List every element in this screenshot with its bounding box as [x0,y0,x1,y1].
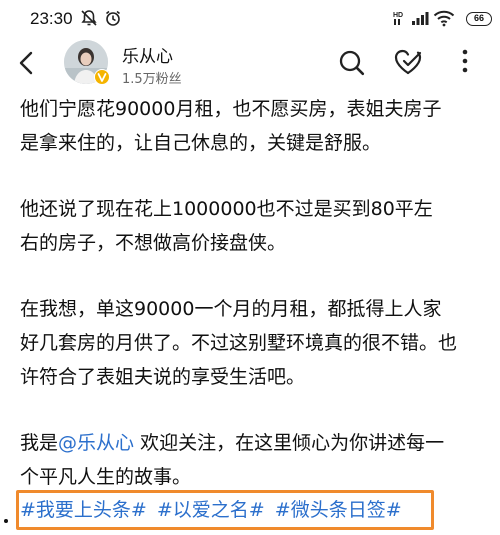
back-arrow-icon[interactable] [14,50,38,80]
hashtag-link[interactable]: #微头条日签# [275,499,402,521]
status-time: 23:30 [30,9,73,28]
search-icon[interactable] [338,49,366,81]
text-line: 好几套房的月供了。不过这别墅环境真的很不错。也 [20,332,458,354]
hd-signal-icon: HD [393,10,409,30]
hashtag-link[interactable]: #我要上头条# [20,499,147,521]
text-line: 在我想，单这90000一个月的月租，都抵得上人家 [20,298,442,320]
author-mention-link[interactable]: @乐从心 [58,432,134,454]
hd-label: HD [393,12,403,19]
article-body: 他们宁愿花90000月租，也不愿买房，表姐夫房子 是拿来住的，让自己休息的，关键… [20,92,490,526]
text-line: 他还说了现在花上1000000也不过是买到80平左 [20,198,433,220]
mute-icon [80,9,98,31]
closing-prefix: 我是 [20,432,59,454]
profile-header: 乐从心 1.5万粉丝 [0,36,500,90]
paragraph: 在我想，单这90000一个月的月租，都抵得上人家 好几套房的月供了。不过这别墅环… [20,292,490,394]
alarm-icon [104,9,122,31]
fans-count: 1.5万粉丝 [122,72,182,87]
wifi-icon [433,9,455,31]
closing-line: 个平凡人生的故事。 [20,466,192,488]
text-line: 右的房子，不想做高价接盘侠。 [20,232,287,254]
bullet-dot [4,519,8,523]
text-line: 许符合了表姐夫说的享受生活吧。 [20,366,306,388]
hashtag-link[interactable]: #以爱之名# [157,499,265,521]
closing-paragraph: 我是@乐从心 欢迎关注，在这里倾心为你讲述每一 个平凡人生的故事。 [20,426,490,494]
paragraph: 他们宁愿花90000月租，也不愿买房，表姐夫房子 是拿来住的，让自己休息的，关键… [20,92,490,160]
status-bar: 23:30 HD 66 [0,0,500,36]
paragraph: 他还说了现在花上1000000也不过是买到80平左 右的房子，不想做高价接盘侠。 [20,192,490,260]
user-name[interactable]: 乐从心 [122,42,173,67]
text-line: 他们宁愿花90000月租，也不愿买房，表姐夫房子 [20,98,442,120]
heart-check-icon[interactable] [393,47,423,81]
text-line: 是拿来住的，让自己休息的，关键是舒服。 [20,132,382,154]
signal-icon [412,10,430,30]
verified-badge-icon [94,69,110,85]
battery-indicator: 66 [466,12,492,26]
closing-text: 欢迎关注，在这里倾心为你讲述每一 [134,432,445,454]
more-icon[interactable] [452,48,478,78]
hashtag-list: #我要上头条# #以爱之名# #微头条日签# [20,496,406,524]
